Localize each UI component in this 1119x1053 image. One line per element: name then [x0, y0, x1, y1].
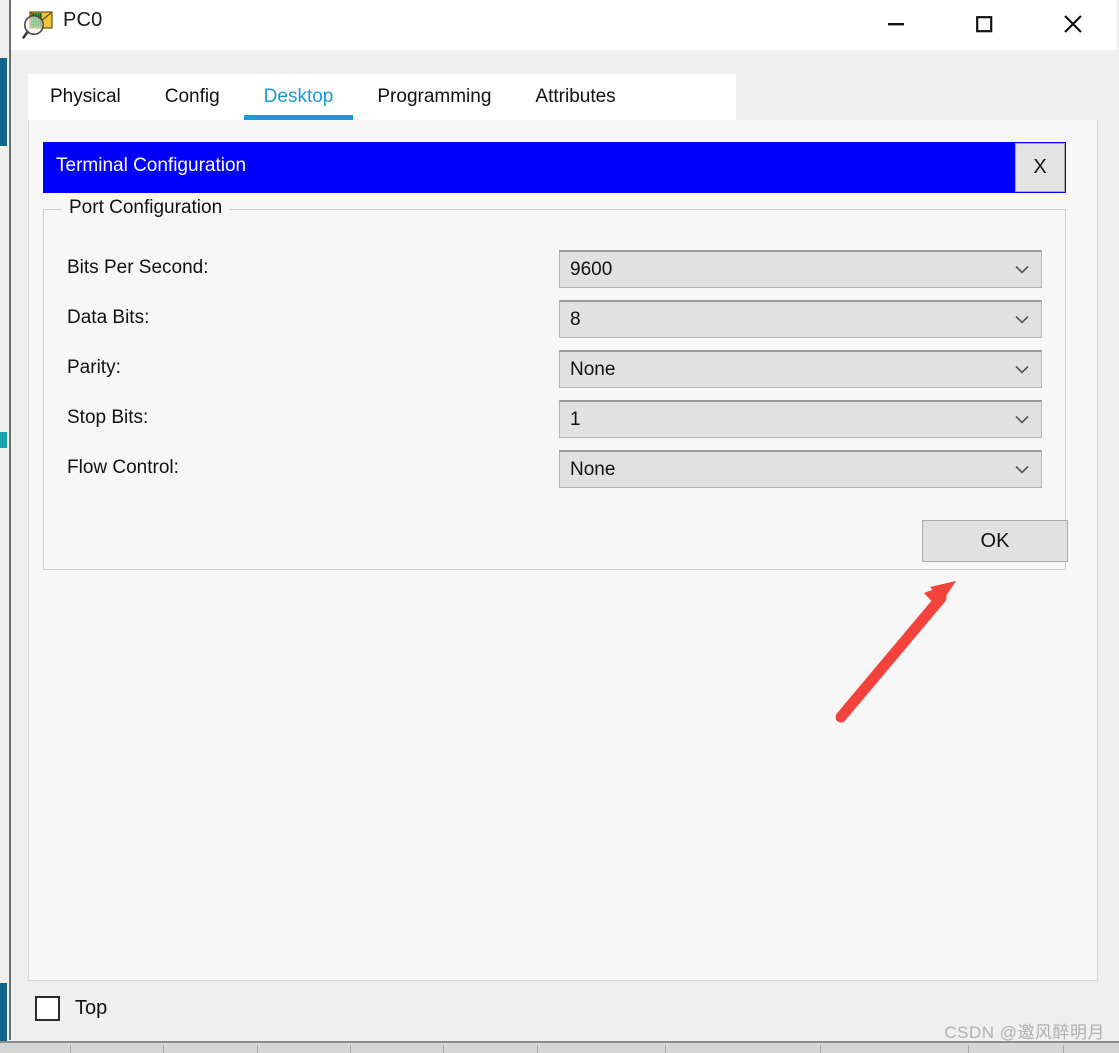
- flow-control-select[interactable]: None: [559, 450, 1042, 488]
- window-title: PC0: [63, 9, 103, 31]
- bits-per-second-value: 9600: [570, 259, 613, 280]
- taskbar-divider: [1063, 1045, 1064, 1053]
- maximize-button[interactable]: [956, 0, 1012, 48]
- tab-desktop[interactable]: Desktop: [242, 74, 356, 120]
- minimize-icon: [888, 23, 904, 26]
- bits-per-second-label: Bits Per Second:: [67, 257, 209, 278]
- form-row-data-bits: Data Bits: 8: [44, 300, 1065, 340]
- tab-label: Physical: [50, 86, 121, 107]
- packet-tracer-inspect-icon: [21, 7, 55, 41]
- flow-control-label: Flow Control:: [67, 457, 179, 478]
- form-row-parity: Parity: None: [44, 350, 1065, 390]
- top-checkbox-label: Top: [75, 997, 108, 1019]
- taskbar-divider: [70, 1045, 71, 1053]
- taskbar-divider: [443, 1045, 444, 1053]
- data-bits-value: 8: [570, 309, 581, 330]
- background-accent-bottom: [0, 983, 7, 1041]
- tab-physical[interactable]: Physical: [28, 74, 143, 120]
- form-row-bits-per-second: Bits Per Second: 9600: [44, 250, 1065, 290]
- taskbar-divider: [257, 1045, 258, 1053]
- tab-attributes[interactable]: Attributes: [513, 74, 637, 120]
- top-checkbox[interactable]: [35, 996, 60, 1021]
- chevron-down-icon: [1015, 265, 1029, 274]
- taskbar-divider: [163, 1045, 164, 1053]
- tab-label: Attributes: [535, 86, 616, 107]
- taskbar-divider: [665, 1045, 666, 1053]
- parity-select[interactable]: None: [559, 350, 1042, 388]
- window-body: Physical Config Desktop Programming Attr…: [11, 50, 1117, 1041]
- tab-label: Desktop: [263, 86, 334, 107]
- maximize-icon: [976, 16, 993, 33]
- taskbar-divider: [968, 1045, 969, 1053]
- stop-bits-value: 1: [570, 409, 581, 430]
- close-icon: [1064, 15, 1082, 33]
- close-button[interactable]: [1045, 0, 1101, 48]
- bits-per-second-select[interactable]: 9600: [559, 250, 1042, 288]
- top-checkbox-row[interactable]: Top: [35, 996, 107, 1021]
- chevron-down-icon: [1015, 315, 1029, 324]
- background-app-strip: [0, 0, 11, 1040]
- taskbar-divider: [350, 1045, 351, 1053]
- form-row-flow-control: Flow Control: None: [44, 450, 1065, 490]
- stop-bits-label: Stop Bits:: [67, 407, 149, 428]
- flow-control-value: None: [570, 459, 616, 480]
- tab-strip: Physical Config Desktop Programming Attr…: [28, 74, 736, 120]
- taskbar-divider: [820, 1045, 821, 1053]
- parity-value: None: [570, 359, 616, 380]
- ok-button[interactable]: OK: [922, 520, 1068, 562]
- data-bits-label: Data Bits:: [67, 307, 150, 328]
- chevron-down-icon: [1015, 365, 1029, 374]
- csdn-watermark: CSDN @邀风醉明月: [944, 1023, 1105, 1042]
- tab-label: Programming: [377, 86, 492, 107]
- port-configuration-legend: Port Configuration: [62, 197, 230, 219]
- dialog-close-button[interactable]: X: [1015, 143, 1065, 192]
- tab-config[interactable]: Config: [143, 74, 242, 120]
- background-accent-top: [0, 58, 7, 146]
- chevron-down-icon: [1015, 415, 1029, 424]
- form-row-stop-bits: Stop Bits: 1: [44, 400, 1065, 440]
- chevron-down-icon: [1015, 465, 1029, 474]
- parity-label: Parity:: [67, 357, 121, 378]
- tab-label: Config: [164, 86, 220, 107]
- pc0-window: PC0 Physical Config Desktop Programming: [11, 0, 1117, 1041]
- stop-bits-select[interactable]: 1: [559, 400, 1042, 438]
- taskbar-divider: [537, 1045, 538, 1053]
- dialog-title: Terminal Configuration: [56, 155, 247, 176]
- port-configuration-group: Port Configuration Bits Per Second: 9600…: [43, 197, 1068, 570]
- background-accent-middle: [0, 432, 7, 448]
- desktop-content-panel: Terminal Configuration X Port Configurat…: [28, 120, 1098, 981]
- terminal-configuration-header: Terminal Configuration X: [43, 142, 1066, 193]
- window-title-bar: PC0: [11, 0, 1117, 50]
- tab-programming[interactable]: Programming: [355, 74, 513, 120]
- minimize-button[interactable]: [868, 0, 924, 48]
- data-bits-select[interactable]: 8: [559, 300, 1042, 338]
